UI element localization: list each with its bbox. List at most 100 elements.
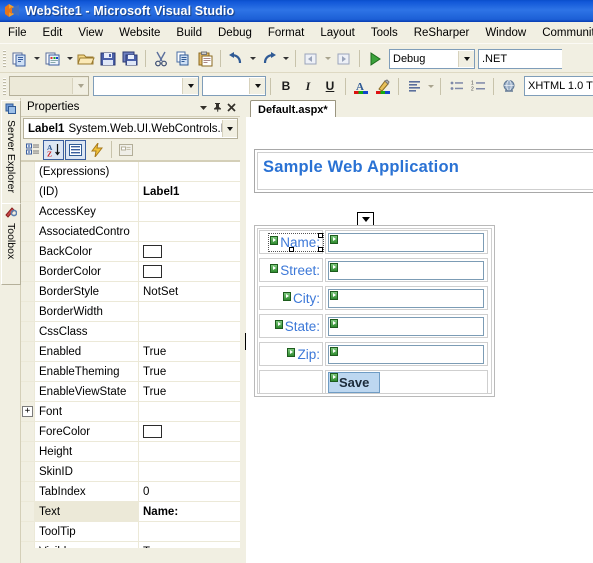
property-value[interactable] bbox=[139, 162, 240, 181]
color-swatch[interactable] bbox=[143, 425, 162, 438]
property-value[interactable] bbox=[139, 202, 240, 221]
property-value[interactable] bbox=[139, 422, 240, 441]
tab-default-aspx[interactable]: Default.aspx* bbox=[250, 100, 336, 118]
menu-edit[interactable]: Edit bbox=[35, 24, 71, 42]
solution-platform-combo[interactable]: .NET bbox=[478, 48, 562, 69]
label-control[interactable]: Name: bbox=[268, 232, 324, 252]
undo-dropdown-arrow[interactable] bbox=[247, 48, 258, 70]
property-row[interactable]: Enabled True bbox=[21, 342, 240, 362]
form-label-cell[interactable]: Street: bbox=[259, 258, 323, 282]
textbox-control[interactable] bbox=[328, 316, 484, 336]
highlight-pen-icon[interactable] bbox=[372, 75, 394, 97]
property-value[interactable] bbox=[139, 462, 240, 481]
property-row[interactable]: CssClass bbox=[21, 322, 240, 342]
property-value[interactable] bbox=[139, 322, 240, 341]
property-row[interactable]: BorderStyle NotSet bbox=[21, 282, 240, 302]
new-project-dropdown-arrow[interactable] bbox=[31, 48, 42, 70]
form-label-cell[interactable]: City: bbox=[259, 286, 323, 310]
property-value[interactable]: True bbox=[139, 382, 240, 401]
bold-button[interactable]: B bbox=[275, 75, 297, 97]
chevron-down-icon[interactable] bbox=[182, 78, 198, 94]
property-row[interactable]: (Expressions) bbox=[21, 162, 240, 182]
copy-icon[interactable] bbox=[172, 48, 194, 70]
heading-container[interactable]: Sample Web Application bbox=[254, 149, 593, 193]
events-button[interactable] bbox=[87, 141, 106, 159]
menu-format[interactable]: Format bbox=[260, 24, 312, 42]
toolbar-grip[interactable] bbox=[3, 77, 6, 95]
property-row[interactable]: (ID) Label1 bbox=[21, 182, 240, 202]
property-row[interactable]: ToolTip bbox=[21, 522, 240, 542]
start-debugging-icon[interactable] bbox=[364, 48, 386, 70]
property-value[interactable]: 0 bbox=[139, 482, 240, 501]
menu-window[interactable]: Window bbox=[477, 24, 534, 42]
align-left-icon[interactable] bbox=[403, 75, 425, 97]
navigate-backward-dropdown-arrow[interactable] bbox=[322, 48, 333, 70]
property-value[interactable] bbox=[139, 222, 240, 241]
form-control-cell[interactable] bbox=[325, 314, 488, 338]
cut-icon[interactable] bbox=[150, 48, 172, 70]
property-row[interactable]: SkinID bbox=[21, 462, 240, 482]
color-swatch[interactable] bbox=[143, 265, 162, 278]
selection-handle[interactable] bbox=[289, 247, 294, 252]
property-row[interactable]: TabIndex 0 bbox=[21, 482, 240, 502]
new-project-icon[interactable] bbox=[9, 48, 31, 70]
property-row[interactable]: Height bbox=[21, 442, 240, 462]
property-value[interactable]: Label1 bbox=[139, 182, 240, 201]
chevron-down-icon[interactable] bbox=[196, 100, 210, 114]
property-row[interactable]: ForeColor bbox=[21, 422, 240, 442]
form-table[interactable]: Name: Street: City: State: Zip: Save bbox=[254, 225, 495, 397]
selection-handle[interactable] bbox=[318, 233, 323, 238]
alphabetical-button[interactable]: A Z bbox=[43, 139, 64, 160]
save-icon[interactable] bbox=[97, 48, 119, 70]
underline-button[interactable]: U bbox=[319, 75, 341, 97]
property-value[interactable]: True bbox=[139, 542, 240, 549]
chevron-down-icon[interactable] bbox=[249, 78, 265, 94]
selection-handle[interactable] bbox=[318, 247, 323, 252]
property-row[interactable]: BorderColor bbox=[21, 262, 240, 282]
redo-dropdown-arrow[interactable] bbox=[280, 48, 291, 70]
property-value[interactable] bbox=[139, 302, 240, 321]
form-control-cell[interactable] bbox=[325, 230, 488, 254]
chevron-down-icon[interactable] bbox=[458, 50, 474, 67]
textbox-control[interactable] bbox=[328, 260, 484, 280]
properties-grid[interactable]: (Expressions) (ID) Label1 AccessKey Associat… bbox=[21, 161, 240, 548]
property-value[interactable] bbox=[139, 402, 240, 421]
globe-hyperlink-icon[interactable] bbox=[498, 75, 520, 97]
textbox-control[interactable] bbox=[328, 288, 484, 308]
property-value[interactable]: Name: bbox=[139, 502, 240, 521]
chevron-down-icon[interactable] bbox=[222, 120, 237, 137]
properties-button[interactable] bbox=[65, 139, 86, 160]
undo-icon[interactable] bbox=[225, 48, 247, 70]
property-value[interactable] bbox=[139, 522, 240, 541]
form-control-cell[interactable] bbox=[325, 342, 488, 366]
menu-tools[interactable]: Tools bbox=[363, 24, 406, 42]
save-all-icon[interactable] bbox=[119, 48, 141, 70]
solution-configuration-combo[interactable]: Debug bbox=[389, 48, 475, 69]
property-value[interactable]: True bbox=[139, 342, 240, 361]
property-value[interactable] bbox=[139, 242, 240, 261]
form-label-cell[interactable] bbox=[259, 370, 323, 394]
paste-icon[interactable] bbox=[194, 48, 216, 70]
toolbar-grip[interactable] bbox=[3, 50, 6, 67]
menu-file[interactable]: File bbox=[0, 24, 35, 42]
property-row[interactable]: + Font bbox=[21, 402, 240, 422]
properties-object-selector[interactable]: Label1 System.Web.UI.WebControls.L bbox=[23, 118, 238, 139]
numbered-list-icon[interactable]: 1 2 bbox=[467, 75, 489, 97]
property-row[interactable]: EnableTheming True bbox=[21, 362, 240, 382]
italic-button[interactable]: I bbox=[297, 75, 319, 97]
form-label-cell[interactable]: Zip: bbox=[259, 342, 323, 366]
label-control[interactable]: City: bbox=[283, 291, 322, 306]
expand-plus-icon[interactable]: + bbox=[21, 402, 35, 421]
pushpin-icon[interactable] bbox=[210, 100, 224, 114]
label-control[interactable]: State: bbox=[274, 319, 322, 334]
block-format-combo[interactable] bbox=[9, 76, 89, 96]
new-website-icon[interactable] bbox=[42, 48, 64, 70]
close-icon[interactable] bbox=[224, 100, 238, 114]
label-control[interactable]: Zip: bbox=[287, 347, 322, 362]
form-label-cell[interactable]: Name: bbox=[259, 230, 324, 254]
bullet-list-icon[interactable] bbox=[445, 75, 467, 97]
sidebar-tab-server-explorer[interactable]: Server Explorer bbox=[1, 100, 21, 204]
menu-website[interactable]: Website bbox=[111, 24, 168, 42]
sidebar-tab-toolbox[interactable]: Toolbox bbox=[1, 203, 21, 285]
navigate-backward-icon[interactable] bbox=[300, 48, 322, 70]
